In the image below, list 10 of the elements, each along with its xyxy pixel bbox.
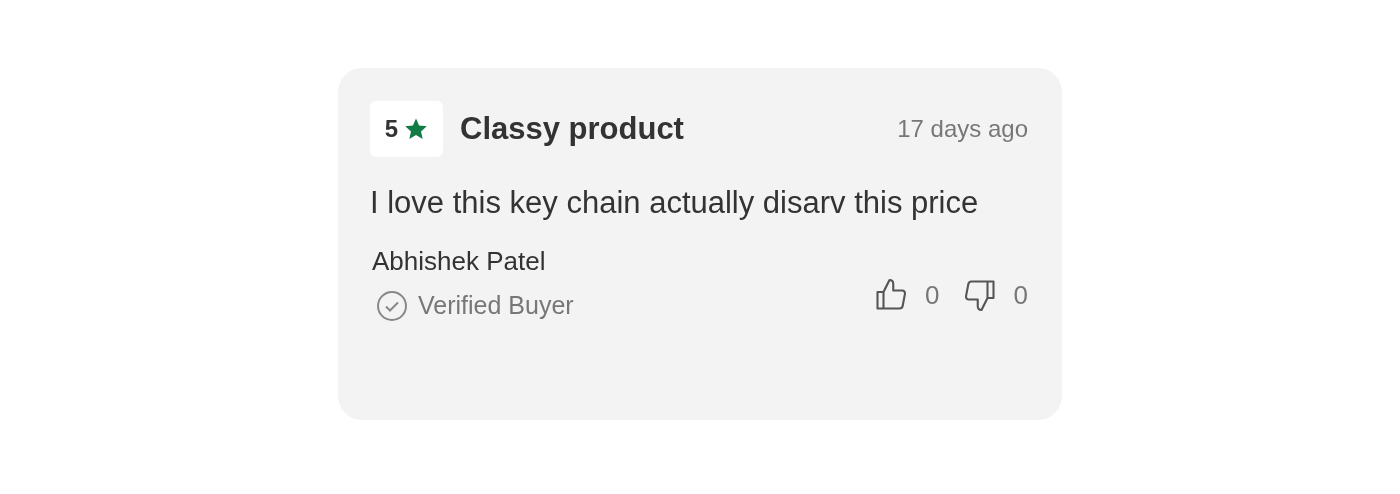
check-circle-icon <box>376 289 408 322</box>
review-date: 17 days ago <box>897 114 1028 144</box>
reviewer-name: Abhishek Patel <box>372 245 547 278</box>
dislike-button[interactable]: 0 <box>961 275 1028 315</box>
star-icon <box>404 117 429 141</box>
verified-label: Verified Buyer <box>418 290 574 321</box>
like-button[interactable]: 0 <box>873 275 940 315</box>
review-title: Classy product <box>460 109 684 148</box>
rating-value: 5 <box>384 114 399 144</box>
review-text: I love this key chain actually disarv this price <box>370 184 980 222</box>
